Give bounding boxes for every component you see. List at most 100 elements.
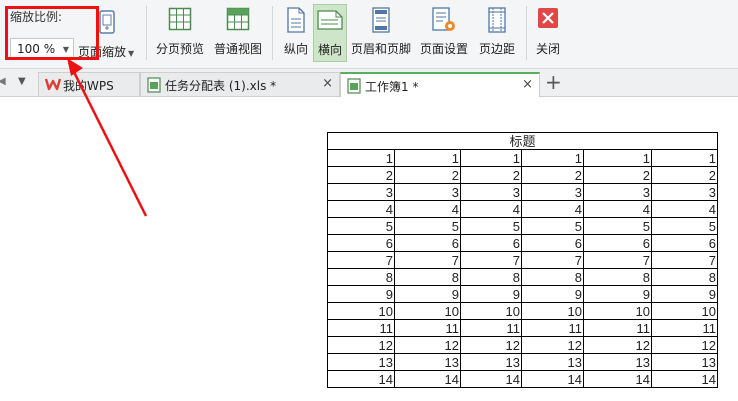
landscape-page-icon (314, 8, 346, 33)
page-setup-label: 页面设置 (419, 42, 468, 56)
page-break-preview-button[interactable]: 分页预览 (154, 4, 206, 62)
table-cell: 5 (583, 217, 652, 235)
tab-task-assignment[interactable]: 任务分配表 (1).xls * × (140, 72, 340, 96)
header-footer-icon (349, 7, 413, 36)
table-cell: 1 (460, 149, 522, 167)
divider (526, 6, 527, 60)
table-row: 666666 (327, 234, 718, 252)
table-cell: 8 (521, 268, 584, 286)
close-label: 关闭 (535, 42, 560, 56)
table-cell: 12 (583, 336, 652, 354)
table-cell: 2 (394, 166, 461, 184)
table-cell: 6 (651, 234, 718, 252)
margins-button[interactable]: 页边距 (475, 4, 519, 62)
page-setup-button[interactable]: 页面设置 (417, 4, 471, 62)
close-icon (532, 7, 564, 32)
table-row: 555555 (327, 217, 718, 235)
page-zoom-icon (98, 10, 116, 37)
table-cell: 5 (394, 217, 461, 235)
table-cell: 2 (521, 166, 584, 184)
table-body: 1111112222223333334444445555556666667777… (327, 149, 718, 388)
table-row: 111111 (327, 149, 718, 167)
tab-workbook1[interactable]: 工作簿1 * × (340, 72, 540, 97)
divider (272, 6, 273, 60)
table-cell: 9 (394, 285, 461, 303)
table-cell: 14 (394, 370, 461, 388)
table-cell: 7 (583, 251, 652, 269)
zoom-caption: 缩放比例: (10, 10, 63, 24)
table-cell: 10 (394, 302, 461, 320)
table-cell: 11 (521, 319, 584, 337)
margins-icon (475, 7, 519, 36)
table-cell: 6 (521, 234, 584, 252)
close-tab-icon[interactable]: × (522, 77, 533, 92)
table-cell: 5 (521, 217, 584, 235)
portrait-label: 纵向 (283, 42, 308, 56)
print-preview-area: 标题 1111112222223333334444445555556666667… (0, 97, 738, 401)
ribbon-toolbar: 缩放比例: 100 % ▼ 页面缩放 ▼ 分页预览 普通视图 纵向 横向 页眉和… (0, 0, 738, 69)
page-zoom-button[interactable]: 页面缩放 ▼ (76, 6, 140, 60)
table-cell: 12 (327, 336, 395, 354)
close-button[interactable]: 关闭 (532, 4, 564, 62)
table-cell: 12 (651, 336, 718, 354)
table-cell: 9 (327, 285, 395, 303)
table-cell: 7 (521, 251, 584, 269)
table-row: 222222 (327, 166, 718, 184)
table-cell: 9 (583, 285, 652, 303)
table-cell: 3 (394, 183, 461, 201)
table-row: 444444 (327, 200, 718, 218)
table-cell: 5 (460, 217, 522, 235)
landscape-button[interactable]: 横向 (313, 4, 347, 62)
document-tab-bar: ◀ ▼ 我的WPS 任务分配表 (1).xls * × 工作簿1 * × + (0, 69, 738, 97)
spreadsheet-icon (147, 77, 161, 96)
grid-icon (212, 7, 264, 34)
page-setup-icon (417, 7, 471, 36)
normal-view-button[interactable]: 普通视图 (212, 4, 264, 62)
tab-list-menu-icon[interactable]: ▼ (18, 76, 26, 87)
tab-scroll-left-icon[interactable]: ◀ (0, 76, 6, 87)
table-cell: 3 (583, 183, 652, 201)
table-cell: 4 (460, 200, 522, 218)
table-cell: 12 (394, 336, 461, 354)
table-cell: 2 (327, 166, 395, 184)
table-cell: 8 (460, 268, 522, 286)
table-row: 13 13 13 13 13 13 (327, 353, 718, 371)
table-cell: 5 (651, 217, 718, 235)
new-tab-button[interactable]: + (545, 70, 562, 94)
table-cell: 14 (460, 370, 522, 388)
table-cell: 7 (327, 251, 395, 269)
table-cell: 6 (394, 234, 461, 252)
portrait-button[interactable]: 纵向 (280, 4, 312, 62)
table-row: 999999 (327, 285, 718, 303)
table-cell: 10 (521, 302, 584, 320)
header-footer-button[interactable]: 页眉和页脚 (349, 4, 413, 62)
table-cell: 14 (327, 370, 395, 388)
table-cell: 13 (460, 353, 522, 371)
table-cell: 3 (651, 183, 718, 201)
table-cell: 3 (460, 183, 522, 201)
zoom-ratio-select[interactable]: 100 % ▼ (10, 38, 74, 60)
table-cell: 6 (583, 234, 652, 252)
table-cell: 7 (651, 251, 718, 269)
table-cell: 3 (521, 183, 584, 201)
table-cell: 9 (651, 285, 718, 303)
table-cell: 8 (394, 268, 461, 286)
table-row: 333333 (327, 183, 718, 201)
landscape-label: 横向 (317, 43, 342, 57)
spreadsheet-icon (347, 78, 361, 97)
table-cell: 11 (583, 319, 652, 337)
table-cell: 13 (651, 353, 718, 371)
table-cell: 5 (327, 217, 395, 235)
table-cell: 4 (583, 200, 652, 218)
table-cell: 2 (460, 166, 522, 184)
tab-label: 工作簿1 * (365, 80, 419, 94)
close-tab-icon[interactable]: × (322, 76, 333, 91)
table-cell: 2 (583, 166, 652, 184)
table-cell: 12 (460, 336, 522, 354)
tab-my-wps[interactable]: 我的WPS (38, 72, 140, 96)
table-cell: 13 (583, 353, 652, 371)
preview-table: 标题 1111112222223333334444445555556666667… (327, 132, 718, 388)
table-row: 14 14 14 14 14 14 (327, 370, 718, 388)
table-cell: 10 (327, 302, 395, 320)
table-cell: 2 (651, 166, 718, 184)
